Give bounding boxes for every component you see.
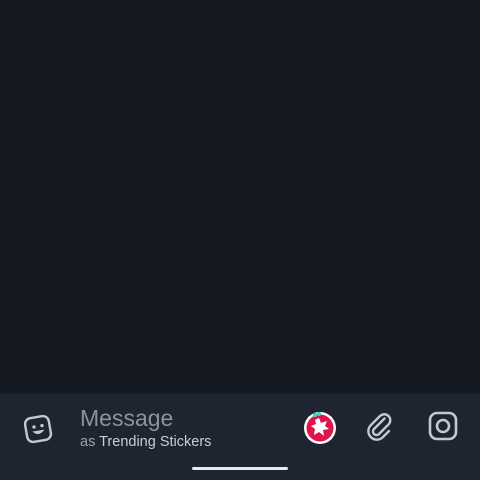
emoji-icon — [23, 414, 53, 444]
send-as-prefix: as — [80, 434, 96, 450]
attach-button[interactable] — [360, 406, 400, 446]
emoji-button[interactable] — [18, 408, 58, 448]
home-indicator[interactable] — [192, 467, 288, 470]
bot-name: Trending Stickers — [99, 434, 212, 450]
trending-stickers-button[interactable] — [300, 408, 340, 448]
send-as-label: as Trending Stickers — [80, 434, 211, 450]
gesture-nav-bar — [0, 458, 480, 480]
camera-button[interactable] — [423, 406, 463, 446]
chat-screen: as Trending Stickers — [0, 0, 480, 480]
trending-stickers-bot-icon — [304, 412, 336, 444]
paperclip-icon — [367, 413, 392, 441]
message-composer: as Trending Stickers — [0, 394, 480, 458]
message-list[interactable] — [0, 0, 480, 394]
camera-icon — [428, 411, 458, 441]
message-input-area: as Trending Stickers — [80, 402, 290, 452]
message-input[interactable] — [80, 402, 290, 434]
